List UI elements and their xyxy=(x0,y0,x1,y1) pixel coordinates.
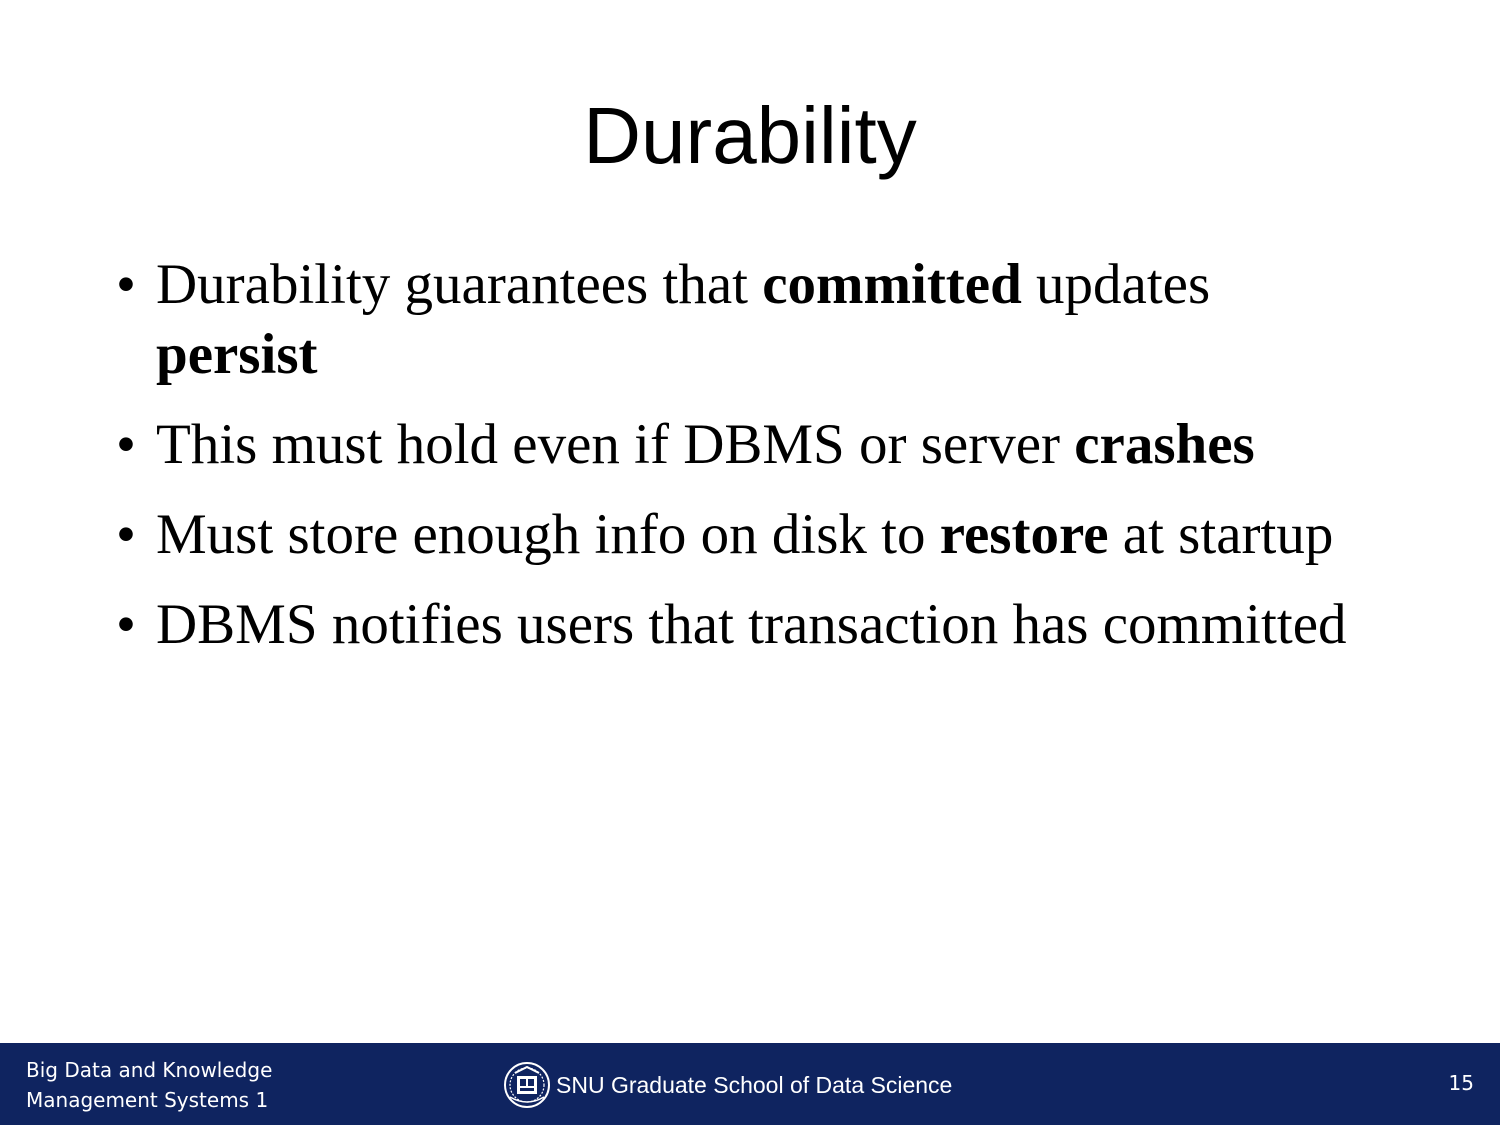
bullet-emphasis: committed xyxy=(762,253,1022,316)
bullet-emphasis: crashes xyxy=(1074,413,1255,476)
bullet-dot: • xyxy=(116,253,136,316)
bullet-item: • This must hold even if DBMS or server c… xyxy=(116,410,1446,480)
slide-footer: Big Data and Knowledge Management System… xyxy=(0,1043,1500,1125)
bullet-text: Durability guarantees that committed upd… xyxy=(156,253,1210,386)
course-name: Big Data and Knowledge Management System… xyxy=(26,1055,272,1115)
bullet-emphasis: restore xyxy=(939,503,1109,566)
page-number: 15 xyxy=(1448,1071,1474,1095)
bullet-text-segment: DBMS notifies users that transaction has… xyxy=(156,593,1347,656)
bullet-item: • Must store enough info on disk to resto… xyxy=(116,500,1446,570)
bullet-text: DBMS notifies users that transaction has… xyxy=(156,593,1347,656)
school-branding: SNU Graduate School of Data Science xyxy=(502,1061,952,1109)
course-name-line1: Big Data and Knowledge xyxy=(26,1058,273,1082)
bullet-dot: • xyxy=(116,503,136,566)
snu-emblem-icon xyxy=(504,1062,550,1108)
school-name: SNU Graduate School of Data Science xyxy=(556,1071,953,1098)
slide-title: Durability xyxy=(583,91,917,180)
bullet-dot: • xyxy=(116,413,136,476)
bullet-emphasis: persist xyxy=(156,323,318,386)
bullet-text-segment: Durability guarantees that xyxy=(156,253,763,316)
slide: Durability • Durability guarantees that c… xyxy=(0,0,1500,1125)
bullet-item: • DBMS notifies users that transaction ha… xyxy=(116,590,1446,660)
bullet-text-segment: This must hold even if DBMS or server xyxy=(156,413,1075,476)
bullet-text: Must store enough info on disk to restor… xyxy=(156,503,1333,566)
bullet-dot: • xyxy=(116,593,136,656)
bullet-item: • Durability guarantees that committed up… xyxy=(116,250,1446,390)
bullet-text-segment: at startup xyxy=(1108,503,1334,566)
bullet-text-segment: updates xyxy=(1021,253,1211,316)
bullet-text-segment: Must store enough info on disk to xyxy=(156,503,940,566)
bullet-text: This must hold even if DBMS or server cr… xyxy=(156,413,1255,476)
course-name-line2: Management Systems 1 xyxy=(26,1088,269,1112)
bullet-list: • Durability guarantees that committed up… xyxy=(116,250,1446,680)
